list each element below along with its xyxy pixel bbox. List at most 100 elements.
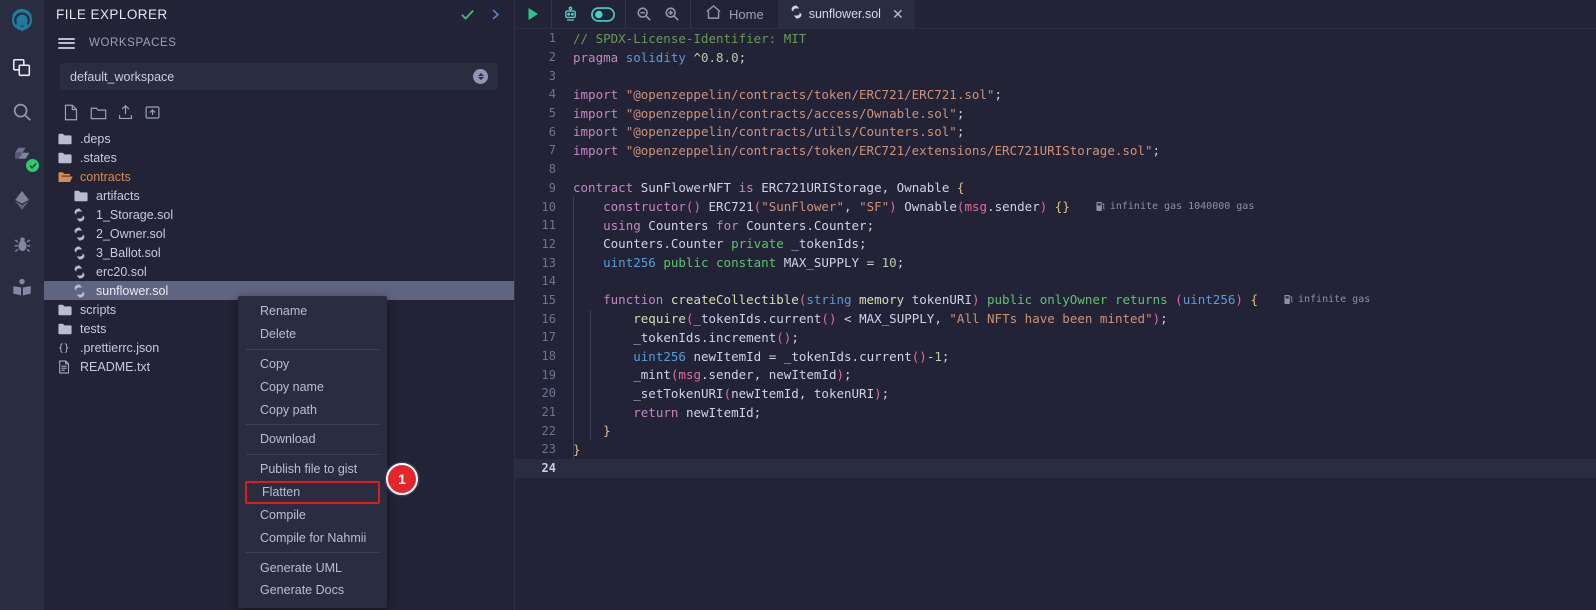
- tree-item--deps[interactable]: .deps: [44, 129, 514, 148]
- code-viewport[interactable]: 1 // SPDX-License-Identifier: MIT 2 pragma …: [515, 29, 1596, 610]
- zoom-out-icon[interactable]: [636, 6, 652, 22]
- workspace-select[interactable]: default_workspace: [60, 63, 498, 90]
- play-icon[interactable]: [525, 6, 541, 22]
- remix-logo[interactable]: [0, 0, 44, 46]
- tree-item-3-ballot-sol[interactable]: 3_Ballot.sol: [44, 243, 514, 262]
- code-line[interactable]: 21 return newItemId;: [515, 403, 1596, 422]
- code-line[interactable]: 7 import "@openzeppelin/contracts/token/E…: [515, 141, 1596, 160]
- code-line-text: import "@openzeppelin/contracts/utils/Co…: [573, 124, 965, 140]
- code-line[interactable]: 23}: [515, 440, 1596, 459]
- context-menu-item-copy-path[interactable]: Copy path: [238, 398, 387, 421]
- line-number: 18: [541, 349, 556, 364]
- context-menu-separator: [246, 348, 379, 350]
- code-line[interactable]: 5 import "@openzeppelin/contracts/access/…: [515, 104, 1596, 123]
- code-line[interactable]: 24: [515, 458, 1596, 478]
- code-line-text: _setTokenURI(newItemId, tokenURI);: [633, 385, 890, 401]
- file-explorer-header: FILE EXPLORER: [44, 0, 514, 29]
- context-menu-item-copy[interactable]: Copy: [238, 353, 387, 376]
- tree-item-1-storage-sol[interactable]: 1_Storage.sol: [44, 205, 514, 224]
- robot-icon[interactable]: [562, 6, 579, 23]
- check-icon[interactable]: [460, 7, 475, 22]
- context-menu-item-generate-docs[interactable]: Generate Docs: [238, 579, 387, 602]
- upload-folder-icon[interactable]: [141, 101, 163, 123]
- chevron-right-icon[interactable]: [489, 7, 502, 22]
- script-runner-group: [552, 0, 626, 28]
- code-line[interactable]: 1 // SPDX-License-Identifier: MIT: [515, 29, 1596, 48]
- code-line[interactable]: 20 _setTokenURI(newItemId, tokenURI);: [515, 384, 1596, 403]
- code-line[interactable]: 13 uint256 public constant MAX_SUPPLY = …: [515, 253, 1596, 272]
- code-line[interactable]: 10 constructor() ERC721("SunFlower", "SF…: [515, 197, 1596, 216]
- code-line[interactable]: 3: [515, 66, 1596, 85]
- code-line[interactable]: 22 }: [515, 421, 1596, 440]
- code-line[interactable]: 8: [515, 160, 1596, 179]
- tree-item-label: contracts: [80, 169, 131, 184]
- code-line[interactable]: 17 _tokenIds.increment();: [515, 328, 1596, 347]
- code-line[interactable]: 16 require(_tokenIds.current() < MAX_SUP…: [515, 309, 1596, 328]
- folder-icon: [58, 133, 75, 145]
- line-number: 5: [548, 106, 556, 121]
- context-menu-item-generate-uml[interactable]: Generate UML: [238, 556, 387, 579]
- code-line[interactable]: 15 function createCollectible(string mem…: [515, 291, 1596, 310]
- home-tab[interactable]: Home: [691, 0, 778, 28]
- line-number: 23: [541, 442, 556, 457]
- run-group: [515, 0, 552, 28]
- upload-file-icon[interactable]: [114, 101, 136, 123]
- code-line[interactable]: 14: [515, 272, 1596, 291]
- code-line[interactable]: 18 uint256 newItemId = _tokenIds.current…: [515, 347, 1596, 366]
- context-menu: Rename Delete Copy Copy name Copy path Downlo…: [238, 296, 387, 608]
- code-line[interactable]: 9 contract SunFlowerNFT is ERC721URIStora…: [515, 179, 1596, 198]
- tree-item-contracts[interactable]: contracts: [44, 167, 514, 186]
- context-menu-item-download[interactable]: Download: [238, 428, 387, 451]
- json-icon: {}: [58, 341, 75, 354]
- solidity-compiler-icon[interactable]: [0, 134, 44, 178]
- line-number: 3: [548, 68, 556, 83]
- code-line[interactable]: 2 pragma solidity ^0.8.0;: [515, 48, 1596, 67]
- new-folder-icon[interactable]: [87, 101, 109, 123]
- hamburger-icon[interactable]: [58, 37, 75, 49]
- tree-item-label: .deps: [80, 131, 111, 146]
- context-menu-item-compile-for-nahmii[interactable]: Compile for Nahmii: [238, 526, 387, 549]
- context-menu-item-publish-file-to-gist[interactable]: Publish file to gist: [238, 458, 387, 481]
- svg-text:{}: {}: [58, 343, 70, 354]
- line-number: 17: [541, 330, 556, 345]
- code-line[interactable]: 6 import "@openzeppelin/contracts/utils/C…: [515, 122, 1596, 141]
- code-editor-area: Home sunflower.sol ✕ 1 // SPDX-License-Id…: [515, 0, 1596, 610]
- context-menu-item-delete[interactable]: Delete: [238, 323, 387, 346]
- code-line[interactable]: 4 import "@openzeppelin/contracts/token/E…: [515, 85, 1596, 104]
- toggle-on-icon[interactable]: [591, 6, 615, 22]
- line-number: 9: [548, 180, 556, 195]
- line-number: 15: [541, 292, 556, 307]
- line-number: 10: [541, 199, 556, 214]
- debugger-icon[interactable]: [0, 222, 44, 266]
- context-menu-item-compile[interactable]: Compile: [238, 504, 387, 527]
- line-number: 6: [548, 124, 556, 139]
- tree-item-artifacts[interactable]: artifacts: [44, 186, 514, 205]
- solidity-icon: [74, 283, 91, 298]
- code-line[interactable]: 19 _mint(msg.sender, newItemId);: [515, 365, 1596, 384]
- code-line[interactable]: 11 using Counters for Counters.Counter;: [515, 216, 1596, 235]
- home-tab-label: Home: [729, 6, 764, 22]
- file-explorer-panel: FILE EXPLORER WORKSPACES default_workspa…: [44, 0, 515, 610]
- context-menu-item-copy-name[interactable]: Copy name: [238, 375, 387, 398]
- new-file-icon[interactable]: [60, 101, 82, 123]
- line-number: 11: [541, 218, 556, 233]
- tree-item-label: sunflower.sol: [96, 283, 169, 298]
- close-icon[interactable]: ✕: [892, 7, 904, 21]
- deploy-run-icon[interactable]: [0, 178, 44, 222]
- line-number: 22: [541, 423, 556, 438]
- context-menu-item-flatten[interactable]: Flatten: [245, 480, 380, 504]
- remix-ide-window: FILE EXPLORER WORKSPACES default_workspa…: [0, 0, 1596, 610]
- file-tree-toolbar: [44, 90, 514, 127]
- tree-item-2-owner-sol[interactable]: 2_Owner.sol: [44, 224, 514, 243]
- file-explorer-icon[interactable]: [0, 46, 44, 90]
- tree-item-erc20-sol[interactable]: erc20.sol: [44, 262, 514, 281]
- code-line[interactable]: 12 Counters.Counter private _tokenIds;: [515, 235, 1596, 254]
- code-line-text: require(_tokenIds.current() < MAX_SUPPLY…: [633, 311, 1168, 327]
- search-icon[interactable]: [0, 90, 44, 134]
- line-number: 14: [541, 274, 556, 289]
- zoom-in-icon[interactable]: [664, 6, 680, 22]
- plugin-manager-icon[interactable]: [0, 266, 44, 310]
- tree-item--states[interactable]: .states: [44, 148, 514, 167]
- context-menu-item-rename[interactable]: Rename: [238, 300, 387, 323]
- tab-sunflower-sol[interactable]: sunflower.sol ✕: [777, 0, 915, 28]
